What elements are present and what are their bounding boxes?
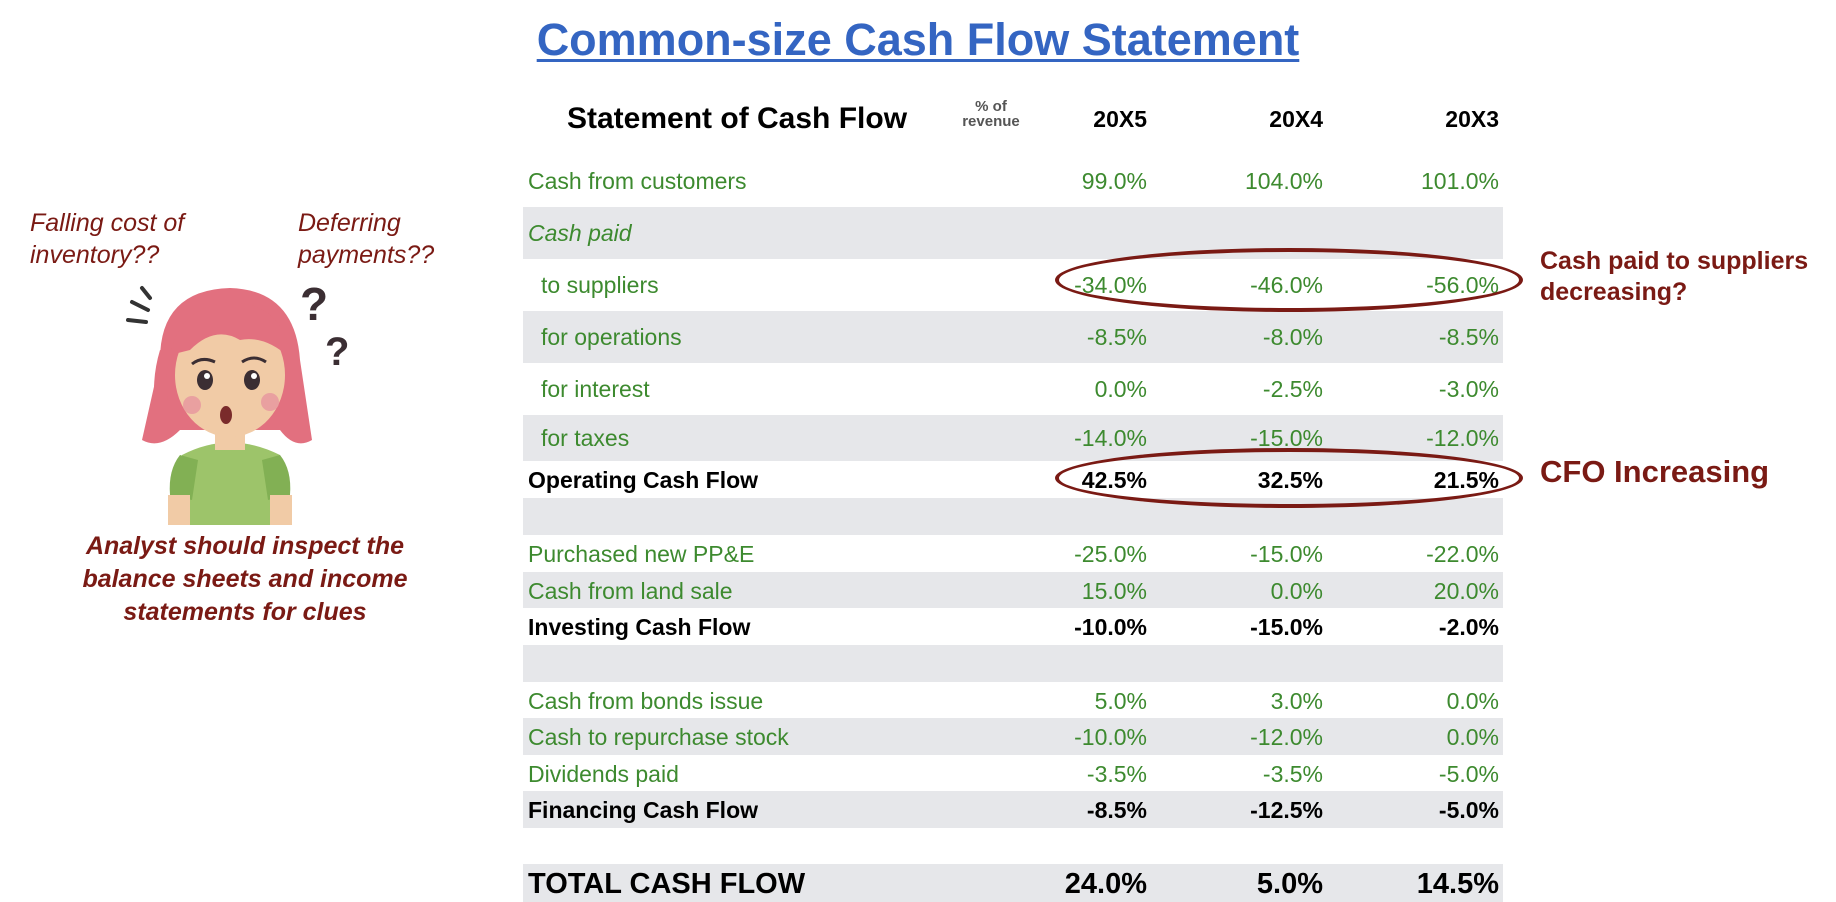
row-value: -3.0% xyxy=(1438,376,1499,402)
row-value: -5.0% xyxy=(1438,797,1499,823)
row-label: Purchased new PP&E xyxy=(528,541,755,567)
inventory-note-line1: Falling cost of xyxy=(30,209,185,237)
row-value: -22.0% xyxy=(1426,541,1499,567)
table-row: Cash from land sale 15.0% 0.0% 20.0% xyxy=(523,572,1503,608)
table-row: for interest 0.0% -2.5% -3.0% xyxy=(523,363,1503,415)
row-value: -25.0% xyxy=(1074,541,1147,567)
row-value: 20.0% xyxy=(1433,578,1499,604)
row-label: Cash from bonds issue xyxy=(528,688,764,714)
table-row: TOTAL CASH FLOW 24.0% 5.0% 14.5% xyxy=(523,864,1503,902)
row-value: -2.0% xyxy=(1438,614,1499,640)
page-title: Common-size Cash Flow Statement xyxy=(536,14,1300,65)
row-label: Cash from customers xyxy=(528,168,747,194)
row-value: -8.5% xyxy=(1086,797,1147,823)
row-value: -12.5% xyxy=(1250,797,1323,823)
statement-title: Statement of Cash Flow xyxy=(567,102,908,135)
row-label: Investing Cash Flow xyxy=(528,614,751,640)
row-value: 0.0% xyxy=(1270,578,1323,604)
row-label: for taxes xyxy=(541,425,630,451)
svg-text:?: ? xyxy=(325,330,349,374)
row-value: -2.5% xyxy=(1262,376,1323,402)
row-value: 5.0% xyxy=(1094,688,1147,714)
row-value: -14.0% xyxy=(1074,425,1147,451)
row-label: to suppliers xyxy=(541,272,659,298)
row-value: 99.0% xyxy=(1081,168,1147,194)
cfo-annotation: CFO Increasing xyxy=(1540,454,1770,489)
row-label: Cash paid xyxy=(528,220,632,246)
table-header: Statement of Cash Flow % of revenue 20X5… xyxy=(523,92,1503,150)
row-label: Cash to repurchase stock xyxy=(528,724,789,750)
row-value: -8.0% xyxy=(1262,324,1323,350)
table-row: Cash from bonds issue 5.0% 3.0% 0.0% xyxy=(523,682,1503,718)
row-value: 0.0% xyxy=(1446,688,1499,714)
suppliers-annotation-line2: decreasing? xyxy=(1540,278,1688,306)
row-value: 5.0% xyxy=(1256,868,1323,900)
row-label: for interest xyxy=(541,376,650,402)
table-row: for operations -8.5% -8.0% -8.5% xyxy=(523,311,1503,363)
row-label: for operations xyxy=(541,324,682,350)
cfo-highlight-ellipse xyxy=(1055,448,1523,508)
analyst-note-line3: statements for clues xyxy=(123,598,367,626)
row-value: -10.0% xyxy=(1074,724,1147,750)
spacer-row xyxy=(523,645,1503,682)
year-header: 20X3 xyxy=(1445,106,1499,132)
table-row: Cash to repurchase stock -10.0% -12.0% 0… xyxy=(523,718,1503,755)
spacer-row xyxy=(523,828,1503,864)
year-header: 20X5 xyxy=(1093,106,1147,132)
row-value: 0.0% xyxy=(1446,724,1499,750)
deferring-note: Deferring payments?? xyxy=(298,207,434,271)
year-header: 20X4 xyxy=(1269,106,1323,132)
deferring-note-line2: payments?? xyxy=(298,241,435,269)
row-value: -8.5% xyxy=(1086,324,1147,350)
analyst-note-line2: balance sheets and income xyxy=(82,565,408,593)
row-label: Dividends paid xyxy=(528,761,679,787)
inventory-note: Falling cost of inventory?? xyxy=(30,207,184,271)
confused-girl-illustration: ? ? xyxy=(126,280,349,525)
analyst-note-line1: Analyst should inspect the xyxy=(85,532,405,560)
row-value: -12.0% xyxy=(1426,425,1499,451)
analyst-note: Analyst should inspect the balance sheet… xyxy=(50,530,440,629)
row-value: -5.0% xyxy=(1438,761,1499,787)
deferring-note-line1: Deferring xyxy=(298,209,401,237)
row-value: 3.0% xyxy=(1270,688,1323,714)
row-value: -10.0% xyxy=(1074,614,1147,640)
table-row: Investing Cash Flow -10.0% -15.0% -2.0% xyxy=(523,608,1503,645)
row-value: -15.0% xyxy=(1250,614,1323,640)
suppliers-highlight-ellipse xyxy=(1055,248,1523,312)
row-label: Operating Cash Flow xyxy=(528,467,759,493)
svg-text:?: ? xyxy=(300,280,328,330)
table-row: Dividends paid -3.5% -3.5% -5.0% xyxy=(523,755,1503,791)
table-row: Financing Cash Flow -8.5% -12.5% -5.0% xyxy=(523,791,1503,828)
suppliers-annotation-line1: Cash paid to suppliers xyxy=(1540,247,1809,275)
row-value: 104.0% xyxy=(1244,168,1323,194)
row-label: Cash from land sale xyxy=(528,578,733,604)
row-value: -3.5% xyxy=(1086,761,1147,787)
row-value: -8.5% xyxy=(1438,324,1499,350)
suppliers-annotation: Cash paid to suppliers decreasing? xyxy=(1540,246,1808,308)
row-value: -15.0% xyxy=(1250,541,1323,567)
table-row: Cash from customers 99.0% 104.0% 101.0% xyxy=(523,155,1503,207)
row-value: -3.5% xyxy=(1262,761,1323,787)
row-value: 14.5% xyxy=(1416,868,1499,900)
row-label: TOTAL CASH FLOW xyxy=(528,868,806,900)
inventory-note-line2: inventory?? xyxy=(30,241,160,269)
row-value: -12.0% xyxy=(1250,724,1323,750)
row-value: 0.0% xyxy=(1094,376,1147,402)
table-row: Purchased new PP&E -25.0% -15.0% -22.0% xyxy=(523,535,1503,572)
row-value: 15.0% xyxy=(1081,578,1147,604)
row-label: Financing Cash Flow xyxy=(528,797,759,823)
row-value: 24.0% xyxy=(1064,868,1147,900)
row-value: 101.0% xyxy=(1420,168,1499,194)
